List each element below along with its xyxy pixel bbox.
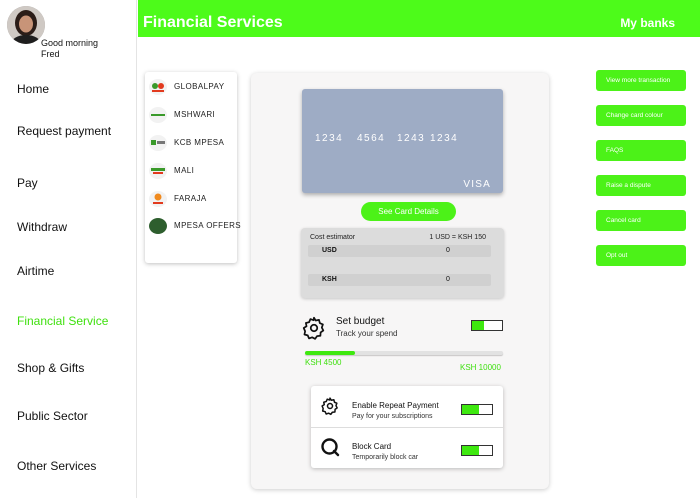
estimator-title: Cost estimator <box>310 234 356 241</box>
card-number-group-4: 1234 <box>430 133 459 144</box>
bank-label: GLOBALPAY <box>174 82 225 91</box>
budget-progress-fill <box>305 351 355 355</box>
budget-title: Set budget <box>336 316 385 327</box>
sidebar-item-financial-service[interactable]: Financial Service <box>17 314 108 328</box>
safaricom-logo-icon <box>149 163 167 179</box>
bank-item-globalpay[interactable]: GLOBALPAY <box>148 78 236 96</box>
card-options: Enable Repeat Payment Pay for your subsc… <box>311 386 503 468</box>
user-avatar-icon <box>7 6 45 44</box>
currency-value: 0 <box>446 247 450 254</box>
budget-limit-label: KSH 10000 <box>460 363 501 372</box>
greeting-text: Good morning <box>41 38 99 48</box>
search-q-icon <box>320 437 340 457</box>
option-title: Block Card <box>352 442 392 451</box>
currency-label: USD <box>322 247 337 254</box>
sidebar-item-other-services[interactable]: Other Services <box>17 459 96 473</box>
budget-progress-bar <box>305 351 503 355</box>
toggle-fill <box>472 321 484 330</box>
bank-label: MALI <box>174 166 195 175</box>
option-subtitle: Temporarily block car <box>352 454 419 461</box>
bank-item-kcb-mpesa[interactable]: KCB MPESA <box>148 134 236 152</box>
gear-icon <box>320 396 340 416</box>
budget-spent-label: KSH 4500 <box>305 358 342 367</box>
currency-value: 0 <box>446 276 450 283</box>
block-card-toggle[interactable] <box>461 445 493 456</box>
mpesa-offers-logo-icon <box>149 218 167 234</box>
currency-label: KSH <box>322 276 337 283</box>
cost-estimator: Cost estimator 1 USD = KSH 150 USD 0 KSH… <box>301 228 504 298</box>
mshwari-logo-icon <box>149 107 167 123</box>
sidebar: Good morning Fred Home Request payment P… <box>0 0 137 498</box>
bank-item-mali[interactable]: MALI <box>148 162 236 180</box>
sidebar-item-home[interactable]: Home <box>17 82 49 96</box>
bank-item-faraja[interactable]: FARAJA <box>148 190 236 208</box>
bank-label: MSHWARI <box>174 110 216 119</box>
top-header: Financial Services My banks <box>138 0 700 37</box>
sidebar-item-pay[interactable]: Pay <box>17 176 38 190</box>
gear-icon <box>301 315 327 341</box>
repeat-payment-toggle[interactable] <box>461 404 493 415</box>
card-brand-visa: VISA <box>463 179 491 190</box>
opt-out-button[interactable]: Opt out <box>596 245 686 266</box>
cancel-card-button[interactable]: Cancel card <box>596 210 686 231</box>
card-number-group-2: 4564 <box>357 133 386 144</box>
bank-label: KCB MPESA <box>174 138 225 147</box>
page-title: Financial Services <box>143 14 283 31</box>
bank-label: FARAJA <box>174 194 207 203</box>
toggle-fill <box>462 446 479 455</box>
user-name: Fred <box>41 49 60 59</box>
toggle-fill <box>462 405 479 414</box>
divider <box>311 427 503 428</box>
faqs-button[interactable]: FAQS <box>596 140 686 161</box>
kcb-logo-icon <box>149 135 167 151</box>
globalpay-logo-icon <box>149 79 167 95</box>
see-card-details-button[interactable]: See Card Details <box>361 202 456 221</box>
avatar[interactable] <box>7 6 45 44</box>
sidebar-item-shop-gifts[interactable]: Shop & Gifts <box>17 361 84 375</box>
my-banks-link[interactable]: My banks <box>620 16 675 30</box>
card-number-group-3: 1243 <box>397 133 426 144</box>
bank-item-mshwari[interactable]: MSHWARI <box>148 106 236 124</box>
greeting: Good morning Fred <box>41 38 98 60</box>
usd-input-row[interactable]: USD 0 <box>308 245 491 257</box>
bank-label: MPESA OFFERS <box>174 221 242 230</box>
raise-dispute-button[interactable]: Raise a dispute <box>596 175 686 196</box>
budget-toggle[interactable] <box>471 320 503 331</box>
view-more-transaction-button[interactable]: View more transaction <box>596 70 686 91</box>
budget-subtitle: Track your spend <box>336 329 398 338</box>
bank-list: GLOBALPAY MSHWARI KCB MPESA MALI FARAJA <box>145 72 241 263</box>
ksh-input-row[interactable]: KSH 0 <box>308 274 491 286</box>
sidebar-item-public-sector[interactable]: Public Sector <box>17 409 88 423</box>
sidebar-item-airtime[interactable]: Airtime <box>17 264 54 278</box>
card-number-group-1: 1234 <box>315 133 344 144</box>
faraja-logo-icon <box>149 191 167 207</box>
change-card-colour-button[interactable]: Change card colour <box>596 105 686 126</box>
sidebar-item-request-payment[interactable]: Request payment <box>17 124 111 138</box>
exchange-rate: 1 USD = KSH 150 <box>429 234 486 241</box>
sidebar-item-withdraw[interactable]: Withdraw <box>17 220 67 234</box>
virtual-card[interactable]: 1234 4564 1243 1234 VISA <box>302 89 503 193</box>
option-subtitle: Pay for your subscriptions <box>352 413 433 420</box>
option-title: Enable Repeat Payment <box>352 401 439 410</box>
bank-item-mpesa-offers[interactable]: MPESA OFFERS <box>148 217 241 235</box>
